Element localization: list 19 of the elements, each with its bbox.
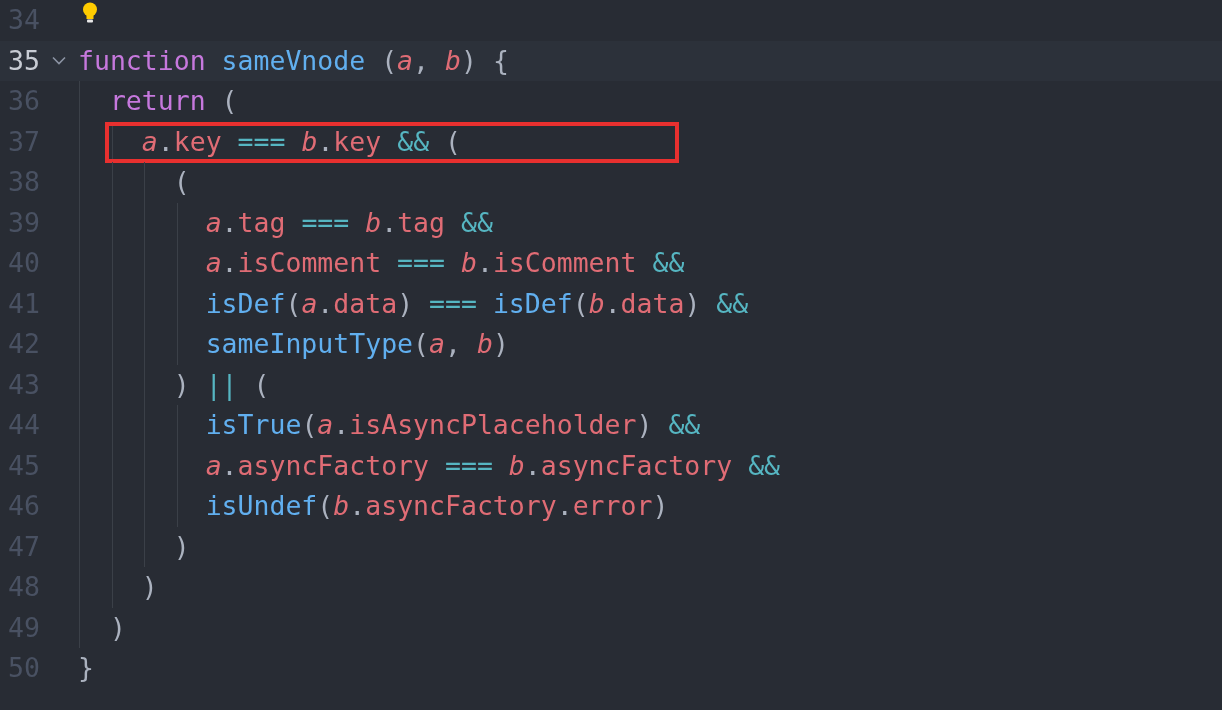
line-number: 35 [7, 47, 40, 74]
code-line: ) [172, 530, 190, 563]
code-line: a.isComment === b.isComment && [204, 247, 685, 280]
code-line: a.asyncFactory === b.asyncFactory && [204, 449, 781, 482]
code-line: ) [140, 571, 158, 604]
code-line: isDef(a.data) === isDef(b.data) && [204, 287, 749, 320]
lightbulb-icon[interactable] [82, 2, 98, 24]
chevron-down-icon[interactable] [52, 56, 66, 66]
code-line: } [78, 652, 94, 685]
code-line: ) || ( [172, 368, 270, 401]
code-line: a.tag === b.tag && [204, 206, 493, 239]
code-line: sameInputType(a, b) [204, 328, 509, 361]
code-line: a.key === b.key && ( [140, 125, 461, 158]
code-line: ) [108, 611, 126, 644]
code-line: function sameVnode (a, b) { [78, 44, 509, 77]
code-line: isTrue(a.isAsyncPlaceholder) && [204, 409, 701, 442]
code-line: return ( [108, 85, 238, 118]
code-line: isUndef(b.asyncFactory.error) [204, 490, 669, 523]
code-line: ( [172, 166, 190, 199]
